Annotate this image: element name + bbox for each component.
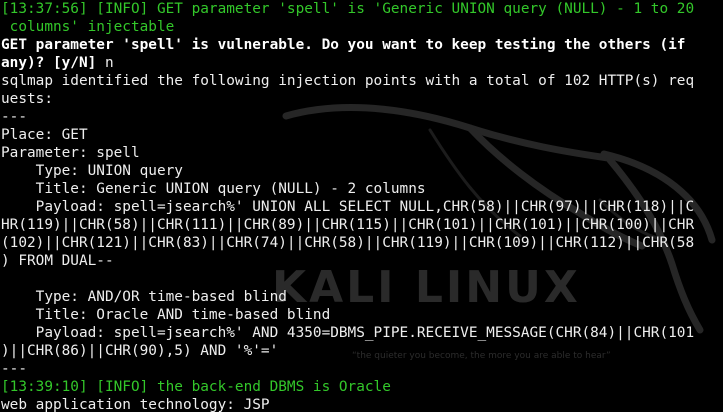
terminal-line: sqlmap identified the following injectio… (1, 73, 695, 89)
terminal-line: Payload: spell=jsearch%' AND 4350=DBMS_P… (1, 325, 695, 341)
terminal-line: Place: GET (1, 127, 88, 143)
terminal-line: Title: Oracle AND time-based blind (1, 307, 331, 323)
terminal-line: Type: UNION query (1, 163, 183, 179)
terminal-line: [13:39:10] [INFO] the back-end DBMS is O… (1, 379, 391, 395)
terminal-line: web application technology: JSP (1, 397, 270, 412)
timestamp: [13:37:56] [INFO] (1, 1, 157, 17)
terminal-line: ) FROM DUAL-- (1, 253, 114, 269)
info-message: GET parameter 'spell' is 'Generic UNION … (156, 1, 695, 17)
terminal-line: [13:37:56] [INFO] GET parameter 'spell' … (1, 0, 694, 18)
terminal-line: Title: Generic UNION query (NULL) - 2 co… (1, 181, 426, 197)
terminal-line: --- (1, 361, 27, 377)
terminal-line: Parameter: spell (1, 145, 140, 161)
terminal-line: --- (1, 109, 27, 125)
terminal-line: Type: AND/OR time-based blind (1, 289, 287, 305)
terminal-output: [13:37:56] [INFO] GET parameter 'spell' … (1, 0, 694, 412)
terminal-line: any)? [y/N] n (1, 54, 694, 72)
terminal-line: Payload: spell=jsearch%' UNION ALL SELEC… (1, 199, 695, 215)
user-answer: n (104, 55, 114, 71)
terminal-line: HR(119)||CHR(58)||CHR(111)||CHR(89)||CHR… (1, 217, 695, 233)
terminal-line: uests: (1, 91, 53, 107)
terminal-window[interactable]: KALI LINUX “the quieter you become, the … (0, 0, 723, 412)
terminal-line: GET parameter 'spell' is vulnerable. Do … (1, 37, 686, 53)
terminal-line: )||CHR(86)||CHR(90),5) AND '%'=' (1, 343, 279, 359)
prompt-text: any)? [y/N] (1, 55, 105, 71)
terminal-line: columns' injectable (1, 19, 175, 35)
terminal-line: (102)||CHR(121)||CHR(83)||CHR(74)||CHR(5… (1, 235, 695, 251)
